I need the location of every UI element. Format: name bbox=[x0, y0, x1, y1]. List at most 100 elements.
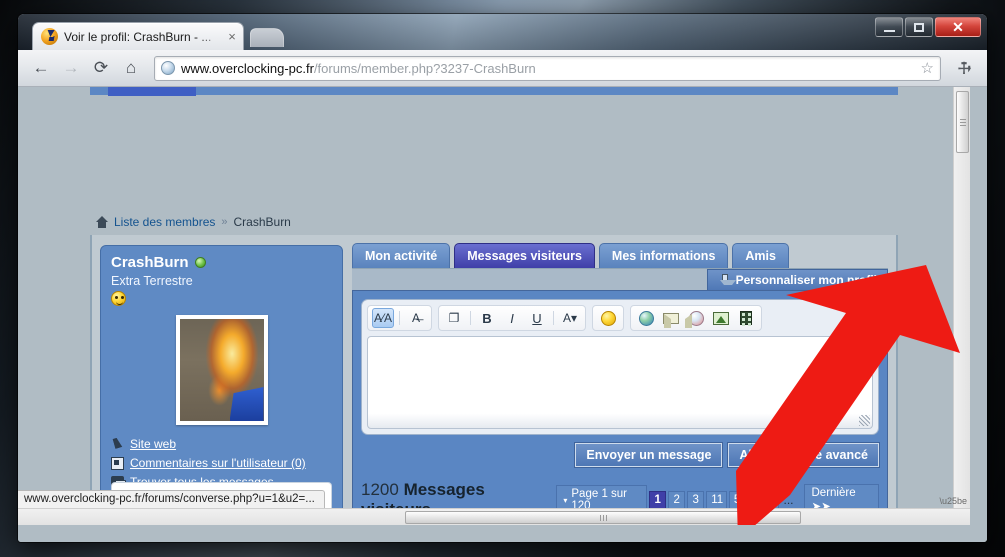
profile-picture bbox=[175, 315, 268, 425]
minimize-button[interactable] bbox=[875, 17, 903, 37]
bold-icon[interactable]: B bbox=[476, 308, 498, 328]
smiley-icon[interactable] bbox=[597, 308, 619, 328]
web-page: Liste des membres » CrashBurn CrashBurn … bbox=[18, 87, 970, 525]
site-navbar-cutoff bbox=[90, 87, 898, 96]
profile-link-label: Site web bbox=[130, 437, 177, 451]
tab-amis[interactable]: Amis bbox=[732, 243, 789, 268]
horizontal-scrollbar[interactable] bbox=[18, 508, 970, 525]
browser-toolbar: ← → ⟳ ⌂ www.overclocking-pc.fr/forums/me… bbox=[18, 50, 987, 87]
profile-link-website[interactable]: Site web bbox=[111, 437, 332, 451]
toolbar-divider bbox=[399, 311, 400, 325]
settings-wrench-icon[interactable]: ⚒ bbox=[946, 50, 983, 87]
envelope-glyph bbox=[663, 312, 692, 328]
scroll-down-icon[interactable]: \u25be bbox=[939, 496, 967, 506]
insert-email-icon[interactable] bbox=[660, 308, 692, 328]
note-icon bbox=[111, 457, 124, 470]
profile-action-bar: Personnaliser mon profil bbox=[352, 268, 888, 290]
pin-icon bbox=[718, 274, 736, 286]
advanced-mode-button[interactable]: Aller en mode avancé bbox=[728, 443, 879, 467]
globe-glyph bbox=[638, 310, 654, 326]
address-bar[interactable]: www.overclocking-pc.fr/forums/member.php… bbox=[154, 55, 941, 81]
toggle-wysiwyg-icon[interactable]: A⁄A bbox=[372, 308, 394, 328]
breadcrumb-item-current: CrashBurn bbox=[233, 215, 291, 229]
italic-glyph: I bbox=[510, 310, 514, 326]
page-button-51[interactable]: 51 bbox=[728, 491, 751, 509]
forward-icon[interactable]: → bbox=[58, 55, 84, 81]
customize-profile-label: Personnaliser mon profil bbox=[735, 273, 877, 287]
profile-username: CrashBurn bbox=[111, 254, 189, 271]
page-button-3[interactable]: 3 bbox=[687, 491, 705, 509]
message-editor: A⁄A A̶ ❐ B I U A▾ bbox=[361, 299, 879, 435]
home-icon[interactable]: ⌂ bbox=[118, 55, 144, 81]
page-viewport: Liste des membres » CrashBurn CrashBurn … bbox=[18, 87, 987, 542]
tab-mes-informations[interactable]: Mes informations bbox=[598, 243, 729, 268]
close-tab-icon[interactable]: × bbox=[225, 30, 239, 44]
picture-glyph bbox=[713, 311, 729, 325]
browser-window: Voir le profil: CrashBurn - ... × ✕ ← → … bbox=[18, 14, 987, 542]
toolbar-divider bbox=[553, 311, 554, 325]
send-message-button[interactable]: Envoyer un message bbox=[575, 443, 723, 467]
film-glyph bbox=[740, 311, 752, 325]
tab-messages-visiteurs[interactable]: Messages visiteurs bbox=[454, 243, 595, 268]
site-navbar-active-item[interactable] bbox=[108, 87, 196, 96]
reload-icon[interactable]: ⟳ bbox=[88, 55, 114, 81]
customize-profile-button[interactable]: Personnaliser mon profil bbox=[706, 269, 888, 290]
remove-format-icon[interactable]: A̶ bbox=[405, 308, 427, 328]
messages-count: 1200 bbox=[361, 480, 399, 499]
chevron-down-icon: ▾ bbox=[563, 495, 568, 505]
profile-user-title: Extra Terrestre bbox=[111, 274, 193, 288]
horizontal-scrollbar-thumb[interactable] bbox=[405, 511, 801, 524]
vertical-scrollbar[interactable]: \u25be bbox=[939, 87, 970, 508]
page-button-2[interactable]: 2 bbox=[668, 491, 686, 509]
bold-glyph: B bbox=[482, 310, 492, 326]
link-status-bar: www.overclocking-pc.fr/forums/converse.p… bbox=[18, 490, 325, 508]
profile-sidebar: CrashBurn Extra Terrestre Site web Comme… bbox=[100, 245, 343, 525]
vertical-scrollbar-thumb[interactable] bbox=[956, 91, 969, 153]
profile-username-row: CrashBurn bbox=[111, 254, 332, 271]
underline-icon[interactable]: U bbox=[526, 308, 548, 328]
address-bar-url: www.overclocking-pc.fr/forums/member.php… bbox=[181, 61, 536, 76]
url-path: /forums/member.php?3237-CrashBurn bbox=[313, 60, 536, 76]
insert-link-icon[interactable] bbox=[635, 308, 657, 328]
maximize-button[interactable] bbox=[905, 17, 933, 37]
insert-video-icon[interactable] bbox=[735, 308, 757, 328]
content-shell: CrashBurn Extra Terrestre Site web Comme… bbox=[90, 235, 898, 525]
page-button-11[interactable]: 11 bbox=[706, 491, 727, 509]
online-status-icon bbox=[194, 257, 206, 268]
back-icon[interactable]: ← bbox=[28, 55, 54, 81]
new-tab-button[interactable] bbox=[250, 28, 284, 47]
browser-tab[interactable]: Voir le profil: CrashBurn - ... × bbox=[32, 22, 244, 50]
editor-toolbar: A⁄A A̶ ❐ B I U A▾ bbox=[367, 305, 873, 331]
cursor-icon bbox=[111, 438, 124, 451]
editor-group-text: ❐ B I U A▾ bbox=[438, 305, 586, 331]
favicon-icon bbox=[41, 28, 58, 45]
profile-smiley-icon bbox=[111, 291, 126, 306]
profile-tabs: Mon activité Messages visiteurs Mes info… bbox=[352, 243, 888, 268]
page-button-1[interactable]: 1 bbox=[649, 491, 667, 509]
close-window-button[interactable]: ✕ bbox=[935, 17, 981, 37]
breadcrumb-separator-icon: » bbox=[221, 216, 228, 228]
message-textarea[interactable] bbox=[367, 336, 873, 429]
visitor-message-panel: A⁄A A̶ ❐ B I U A▾ Envoyer un message All… bbox=[352, 290, 888, 525]
tab-mon-activite[interactable]: Mon activité bbox=[352, 243, 451, 268]
browser-tab-title: Voir le profil: CrashBurn - ... bbox=[64, 29, 212, 44]
smiley-glyph bbox=[600, 310, 616, 326]
editor-group-smiley bbox=[592, 305, 624, 331]
toolbar-divider bbox=[470, 311, 471, 325]
editor-group-format-mode: A⁄A A̶ bbox=[367, 305, 432, 331]
home-breadcrumb-icon[interactable] bbox=[96, 216, 108, 228]
italic-icon[interactable]: I bbox=[501, 308, 523, 328]
insert-image-icon[interactable] bbox=[710, 308, 732, 328]
paste-icon[interactable]: ❐ bbox=[443, 308, 465, 328]
page-button-101[interactable]: 101 bbox=[752, 491, 780, 509]
bookmark-star-icon[interactable]: ☆ bbox=[921, 59, 934, 77]
profile-main-column: Mon activité Messages visiteurs Mes info… bbox=[352, 243, 888, 525]
underline-glyph: U bbox=[532, 310, 542, 326]
browser-tab-strip: Voir le profil: CrashBurn - ... × ✕ bbox=[18, 14, 987, 50]
window-controls: ✕ bbox=[875, 17, 981, 37]
editor-buttons: Envoyer un message Aller en mode avancé bbox=[361, 443, 879, 467]
breadcrumb-item-members-list[interactable]: Liste des membres bbox=[114, 215, 215, 229]
profile-link-comments[interactable]: Commentaires sur l'utilisateur (0) bbox=[111, 456, 332, 470]
pagination-ellipsis: ... bbox=[783, 493, 794, 507]
font-color-icon[interactable]: A▾ bbox=[559, 308, 581, 328]
